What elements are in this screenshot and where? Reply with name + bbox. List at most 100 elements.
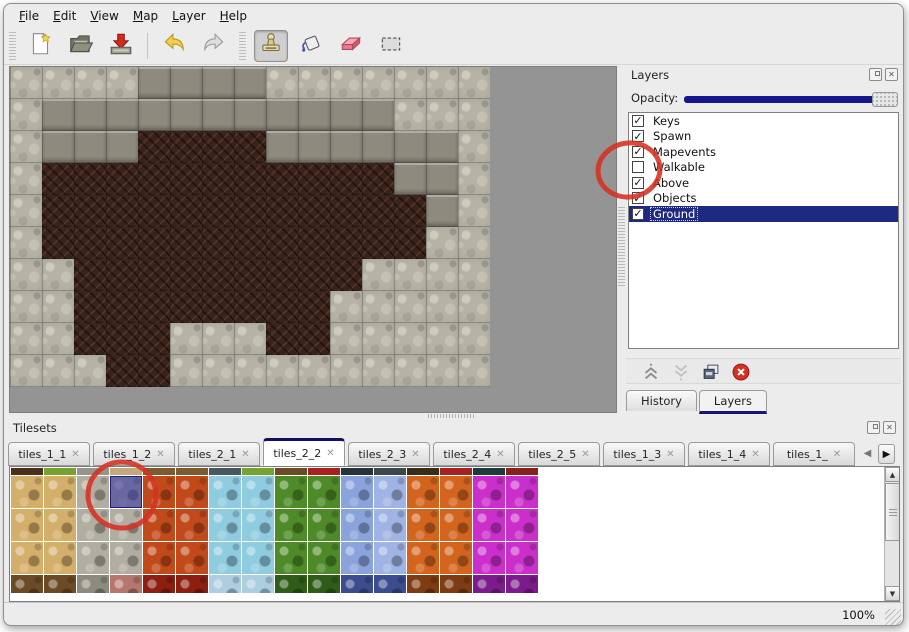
- map-tile-cave-floor[interactable]: [138, 227, 170, 259]
- palette-tile[interactable]: [374, 575, 406, 593]
- palette-tile[interactable]: [77, 468, 109, 475]
- map-tile-cliff-wall[interactable]: [298, 99, 330, 131]
- map-tile-rock[interactable]: [74, 355, 106, 387]
- palette-tile[interactable]: [341, 476, 373, 508]
- float-panel-icon[interactable]: [869, 68, 882, 81]
- map-tile-rock[interactable]: [458, 99, 490, 131]
- map-tile-cliff-wall[interactable]: [170, 67, 202, 99]
- map-tile-rock[interactable]: [266, 355, 298, 387]
- map-tile-rock[interactable]: [458, 227, 490, 259]
- objects-visibility-checkbox[interactable]: ✓: [632, 192, 644, 204]
- palette-tile[interactable]: [77, 509, 109, 541]
- new-file-button[interactable]: [24, 30, 58, 62]
- map-tile-rock[interactable]: [10, 163, 42, 195]
- opacity-slider-handle[interactable]: [872, 92, 898, 107]
- map-tile-cave-floor[interactable]: [202, 291, 234, 323]
- palette-tile[interactable]: [11, 575, 43, 593]
- palette-tile[interactable]: [473, 509, 505, 541]
- map-tile-rock[interactable]: [458, 291, 490, 323]
- float-panel-icon[interactable]: [867, 421, 880, 434]
- map-tile-rock[interactable]: [458, 195, 490, 227]
- menu-edit[interactable]: Edit: [46, 6, 83, 26]
- map-tile-cave-floor[interactable]: [266, 163, 298, 195]
- palette-tile[interactable]: [275, 542, 307, 574]
- map-tile-cave-floor[interactable]: [74, 227, 106, 259]
- palette-tile[interactable]: [176, 542, 208, 574]
- palette-tile[interactable]: [242, 476, 274, 508]
- opacity-slider[interactable]: [684, 96, 880, 103]
- tileset-tab-tiles_1_4[interactable]: tiles_1_4✕: [688, 442, 770, 466]
- palette-tile[interactable]: [44, 468, 76, 475]
- close-tab-icon[interactable]: ✕: [326, 448, 334, 459]
- map-tile-cave-floor[interactable]: [202, 259, 234, 291]
- tileset-tab-tiles_2_4[interactable]: tiles_2_4✕: [433, 442, 515, 466]
- tileset-tab-tiles_1_2[interactable]: tiles_1_2✕: [93, 442, 175, 466]
- map-tile-rock[interactable]: [330, 355, 362, 387]
- map-tile-cave-floor[interactable]: [106, 323, 138, 355]
- map-tile-cave-floor[interactable]: [138, 195, 170, 227]
- map-tile-rock[interactable]: [266, 67, 298, 99]
- select-button[interactable]: [374, 30, 408, 62]
- map-tile-cave-floor[interactable]: [106, 355, 138, 387]
- map-tile-cave-floor[interactable]: [234, 259, 266, 291]
- map-tile-cliff-wall[interactable]: [74, 131, 106, 163]
- map-tile-rock[interactable]: [42, 259, 74, 291]
- palette-tile[interactable]: [374, 542, 406, 574]
- palette-scrollbar[interactable]: ▲ ▼: [884, 467, 899, 601]
- palette-tile[interactable]: [506, 468, 538, 475]
- fill-button[interactable]: [294, 30, 328, 62]
- palette-tile[interactable]: [374, 509, 406, 541]
- palette-tile[interactable]: [407, 509, 439, 541]
- map-tile-cliff-wall[interactable]: [298, 131, 330, 163]
- palette-tile[interactable]: [143, 476, 175, 508]
- raise-layer-icon[interactable]: [640, 361, 662, 383]
- map-tile-cave-floor[interactable]: [138, 291, 170, 323]
- palette-tile[interactable]: [506, 542, 538, 574]
- palette-tile[interactable]: [209, 476, 241, 508]
- map-tile-cave-floor[interactable]: [362, 163, 394, 195]
- map-tile-cave-floor[interactable]: [394, 195, 426, 227]
- map-tile-cave-floor[interactable]: [74, 323, 106, 355]
- layer-row-objects[interactable]: ✓Objects: [629, 191, 898, 207]
- map-tile-cave-floor[interactable]: [266, 227, 298, 259]
- close-tab-icon[interactable]: ✕: [751, 449, 759, 460]
- palette-tile[interactable]: [242, 509, 274, 541]
- redo-button[interactable]: [197, 30, 231, 62]
- map-tile-cliff-wall[interactable]: [106, 131, 138, 163]
- scroll-down-icon[interactable]: ▼: [885, 586, 900, 601]
- map-tile-cave-floor[interactable]: [42, 195, 74, 227]
- palette-tile[interactable]: [110, 575, 142, 593]
- map-tile-cave-floor[interactable]: [74, 291, 106, 323]
- layer-row-mapevents[interactable]: ✓Mapevents: [629, 144, 898, 160]
- close-tab-icon[interactable]: ✕: [71, 449, 79, 460]
- map-tile-rock[interactable]: [426, 99, 458, 131]
- map-pane[interactable]: [9, 66, 617, 413]
- map-tile-rock[interactable]: [458, 259, 490, 291]
- map-tile-cave-floor[interactable]: [170, 227, 202, 259]
- map-tile-rock[interactable]: [458, 323, 490, 355]
- palette-tile[interactable]: [143, 542, 175, 574]
- map-tile-rock[interactable]: [394, 99, 426, 131]
- map-tile-rock[interactable]: [426, 291, 458, 323]
- palette-tile[interactable]: [407, 468, 439, 475]
- stamp-button[interactable]: [254, 30, 288, 62]
- map-tile-cave-floor[interactable]: [106, 291, 138, 323]
- map-tile-cliff-wall[interactable]: [362, 131, 394, 163]
- map-tile-cliff-wall[interactable]: [426, 163, 458, 195]
- above-visibility-checkbox[interactable]: ✓: [632, 177, 644, 189]
- palette-tile[interactable]: [473, 575, 505, 593]
- palette-tile[interactable]: [506, 575, 538, 593]
- close-tab-icon[interactable]: ✕: [241, 449, 249, 460]
- map-tile-cliff-wall[interactable]: [394, 131, 426, 163]
- map-tile-cliff-wall[interactable]: [138, 99, 170, 131]
- map-canvas[interactable]: [10, 67, 490, 387]
- map-tile-cave-floor[interactable]: [234, 291, 266, 323]
- palette-tile[interactable]: [143, 509, 175, 541]
- map-tile-cliff-wall[interactable]: [266, 131, 298, 163]
- map-tile-cave-floor[interactable]: [138, 355, 170, 387]
- palette-tile[interactable]: [473, 476, 505, 508]
- map-tile-rock[interactable]: [10, 323, 42, 355]
- map-tile-cave-floor[interactable]: [170, 163, 202, 195]
- palette-tile[interactable]: [374, 468, 406, 475]
- scrollbar-thumb[interactable]: [885, 483, 900, 541]
